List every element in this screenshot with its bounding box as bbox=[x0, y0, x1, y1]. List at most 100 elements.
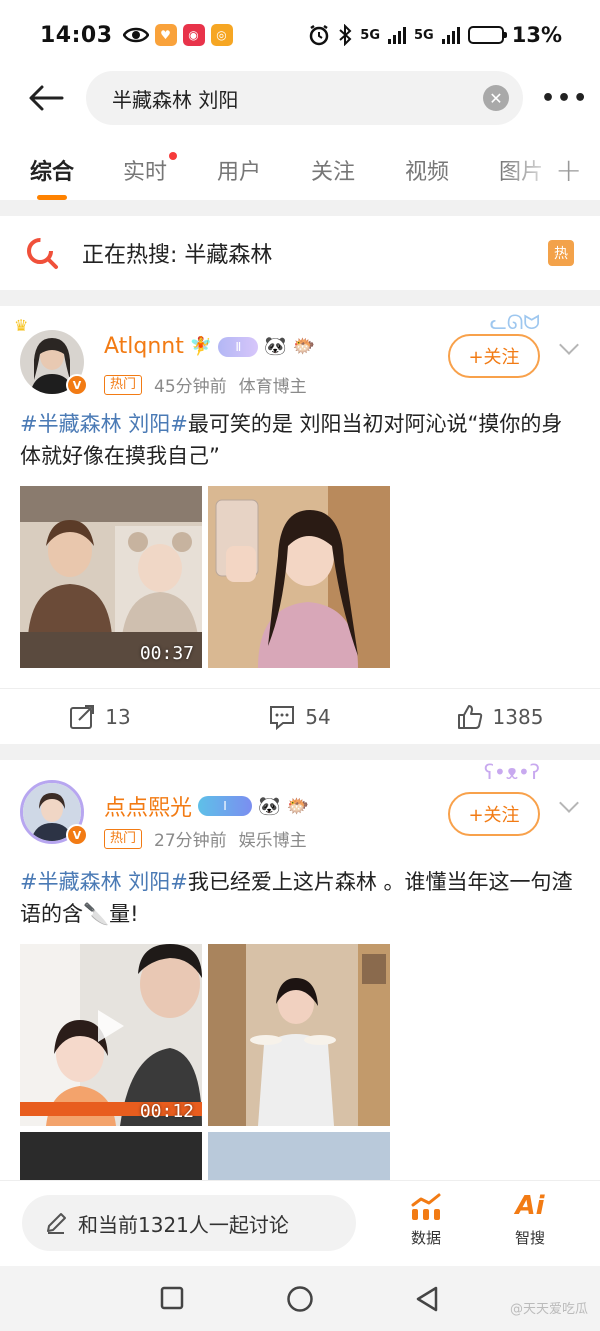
username-text: 点点熙光 bbox=[104, 796, 193, 821]
follow-decoration-icon: ᓚᘏᗢ bbox=[489, 310, 540, 334]
back-nav-icon[interactable] bbox=[414, 1285, 440, 1313]
post-video[interactable]: 00:37 bbox=[20, 486, 202, 668]
like-count: 1385 bbox=[492, 704, 544, 729]
comment-count: 54 bbox=[305, 704, 331, 729]
username-text: Atlqnnt bbox=[104, 334, 184, 359]
tab-realtime[interactable]: 实时 bbox=[123, 152, 178, 186]
tab-video[interactable]: 视频 bbox=[405, 154, 449, 186]
post-image[interactable] bbox=[208, 944, 390, 1126]
pencil-icon bbox=[47, 1213, 66, 1234]
post-image-thumbnail bbox=[208, 486, 390, 668]
post-image[interactable] bbox=[20, 1132, 202, 1180]
post-text[interactable]: #半藏森林 刘阳#最可笑的是 刘阳当初对阿沁说“摸你的身体就好像在摸我自己” bbox=[20, 408, 580, 472]
post-avatar[interactable]: ♛ V bbox=[14, 316, 88, 396]
video-thumbnail bbox=[20, 486, 202, 668]
app-badge-video-icon: ◉ bbox=[182, 24, 205, 46]
post-category: 体育博主 bbox=[238, 377, 307, 397]
tab-label: 关注 bbox=[311, 160, 356, 185]
video-duration: 00:12 bbox=[139, 1101, 194, 1122]
post-time: 27分钟前 bbox=[154, 831, 227, 851]
post-image[interactable] bbox=[208, 1132, 390, 1180]
post-meta: 热门 27分钟前 娱乐博主 bbox=[104, 826, 307, 851]
post-card: V 点点熙光 Ⅰ 🐼 🐡 热门 27分钟前 娱乐博主 ʕ•ᴥ•ʔ +关注 #半藏… bbox=[0, 760, 600, 1180]
topic-link[interactable]: #半藏森林 刘阳# bbox=[20, 412, 188, 436]
post-time: 45分钟前 bbox=[154, 377, 227, 397]
fish-icon: 🐡 bbox=[292, 336, 316, 357]
eye-icon bbox=[122, 27, 149, 43]
discuss-placeholder: 和当前1321人一起讨论 bbox=[78, 1212, 289, 1237]
chevron-down-icon[interactable] bbox=[559, 335, 579, 355]
bottom-bar: 和当前1321人一起讨论 数据 Ai 智搜 bbox=[0, 1180, 600, 1266]
comment-button[interactable]: 54 bbox=[200, 704, 400, 730]
ai-search-label: 智搜 bbox=[514, 1229, 545, 1247]
follow-decoration-icon: ʕ•ᴥ•ʔ bbox=[483, 760, 540, 784]
bluetooth-icon bbox=[339, 24, 352, 46]
data-label: 数据 bbox=[410, 1229, 441, 1247]
data-button[interactable]: 数据 bbox=[396, 1191, 456, 1248]
tab-following[interactable]: 关注 bbox=[311, 154, 355, 186]
tab-comprehensive[interactable]: 综合 bbox=[30, 154, 75, 200]
network-label-2: 5G bbox=[414, 27, 434, 43]
verified-badge-icon: V bbox=[66, 374, 88, 396]
hot-search-text: 正在热搜: 半藏森林 bbox=[82, 243, 273, 268]
comment-icon bbox=[270, 705, 295, 730]
avatar-emoji-icon: 🧚 bbox=[189, 336, 213, 357]
post-image[interactable] bbox=[208, 486, 390, 668]
home-icon[interactable] bbox=[286, 1285, 314, 1313]
more-dots-icon[interactable]: ••• bbox=[541, 86, 589, 111]
post-video[interactable]: 00:12 bbox=[20, 944, 202, 1126]
hot-badge: 热 bbox=[548, 240, 574, 266]
data-chart-icon bbox=[411, 1193, 441, 1220]
signal-icon-1 bbox=[388, 26, 407, 44]
post-text[interactable]: #半藏森林 刘阳#我已经爱上这片森林 。谁懂当年这一句渣语的含🔪量! bbox=[20, 866, 580, 930]
ai-icon: Ai bbox=[515, 1191, 545, 1221]
clear-icon[interactable]: ✕ bbox=[483, 85, 509, 111]
hot-tag: 热门 bbox=[104, 828, 143, 849]
repost-count: 13 bbox=[105, 704, 131, 729]
verified-badge-icon: V bbox=[66, 824, 88, 846]
recent-apps-icon[interactable] bbox=[160, 1286, 184, 1310]
play-icon[interactable] bbox=[98, 1009, 124, 1042]
repost-button[interactable]: 13 bbox=[0, 704, 200, 730]
discuss-input[interactable]: 和当前1321人一起讨论 bbox=[22, 1195, 356, 1251]
tab-fade bbox=[500, 150, 560, 190]
post-username[interactable]: Atlqnnt 🧚 Ⅱ 🐼 🐡 bbox=[104, 334, 315, 359]
tab-add-icon[interactable]: + bbox=[555, 151, 582, 189]
follow-button[interactable]: +关注 bbox=[448, 792, 540, 836]
tab-label: 用户 bbox=[217, 160, 262, 185]
hot-search-row[interactable]: 正在热搜: 半藏森林 热 bbox=[0, 216, 600, 290]
panda-icon: 🐼 bbox=[264, 336, 287, 357]
tab-label: 综合 bbox=[30, 160, 75, 185]
post-category: 娱乐博主 bbox=[238, 831, 307, 851]
tab-label: 视频 bbox=[405, 160, 450, 185]
search-header: 半藏森林 刘阳 ✕ ••• bbox=[0, 70, 600, 126]
tab-users[interactable]: 用户 bbox=[217, 154, 261, 186]
post-meta: 热门 45分钟前 体育博主 bbox=[104, 372, 307, 397]
new-dot-badge bbox=[169, 152, 178, 160]
back-button[interactable] bbox=[22, 74, 70, 122]
app-badge-weibo-icon: ◎ bbox=[210, 24, 233, 46]
fish-icon: 🐡 bbox=[286, 795, 309, 817]
post-username[interactable]: 点点熙光 Ⅰ 🐼 🐡 bbox=[104, 790, 309, 822]
post-card: ♛ V Atlqnnt 🧚 Ⅱ 🐼 🐡 热门 45分钟前 体育博主 ᓚᘏᗢ +关… bbox=[0, 306, 600, 744]
video-duration: 00:37 bbox=[139, 643, 194, 664]
panda-icon: 🐼 bbox=[258, 795, 281, 817]
ai-search-button[interactable]: Ai 智搜 bbox=[500, 1191, 560, 1248]
post-avatar[interactable]: V bbox=[20, 780, 88, 846]
divider bbox=[0, 290, 600, 306]
search-tabs: 综合 实时 用户 关注 视频 图片 + bbox=[0, 140, 600, 200]
topic-link[interactable]: #半藏森林 刘阳# bbox=[20, 870, 188, 894]
back-arrow-icon bbox=[29, 85, 64, 111]
chevron-down-icon[interactable] bbox=[559, 793, 579, 813]
follow-button[interactable]: +关注 bbox=[448, 334, 540, 378]
divider bbox=[0, 744, 600, 760]
like-button[interactable]: 1385 bbox=[400, 704, 600, 730]
hot-tag: 热门 bbox=[104, 374, 143, 395]
battery-percent: 13% bbox=[511, 23, 562, 47]
status-bar: 14:03 ♥ ◉ ◎ 5G 5G 13% bbox=[0, 0, 600, 70]
post-image-thumbnail bbox=[208, 944, 390, 1126]
search-input[interactable]: 半藏森林 刘阳 ✕ bbox=[86, 71, 523, 125]
hot-search-icon bbox=[27, 238, 58, 269]
fan-level-badge-icon: Ⅰ bbox=[198, 796, 253, 816]
search-query[interactable]: 半藏森林 刘阳 bbox=[112, 84, 483, 113]
